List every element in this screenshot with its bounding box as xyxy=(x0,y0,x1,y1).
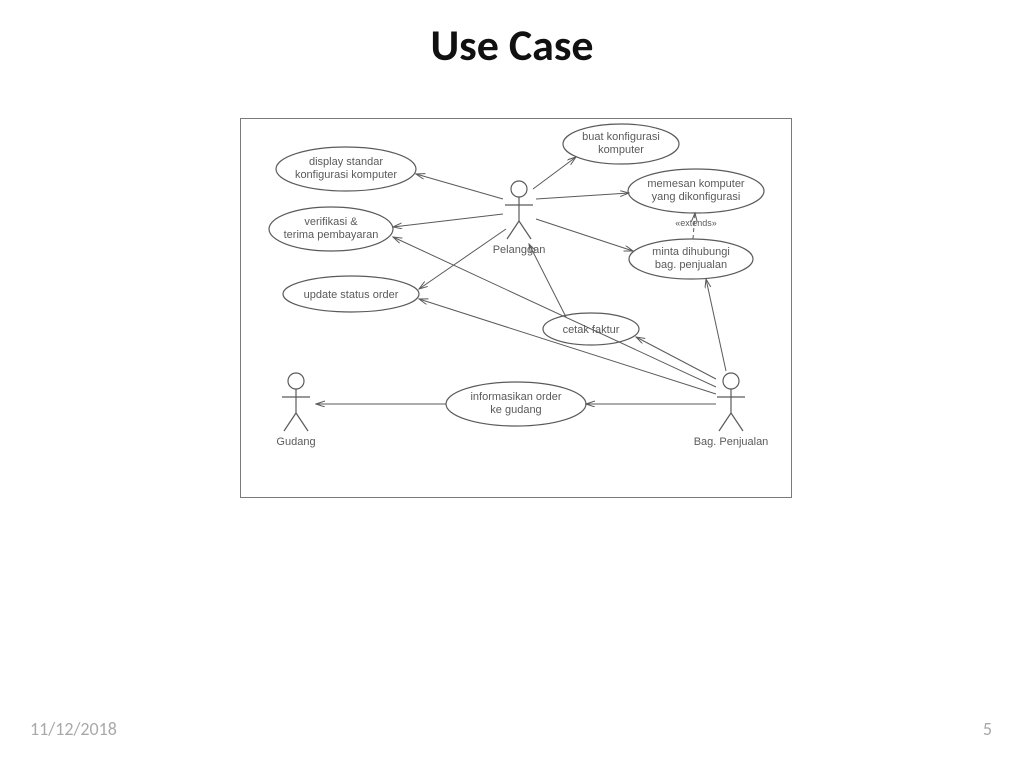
actor-pelanggan: Pelanggan xyxy=(493,181,546,256)
slide-title: Use Case xyxy=(0,18,1024,72)
assoc-pelanggan-uc4 xyxy=(533,157,576,189)
usecase-display-standar-konfigurasi: display standar konfigurasi komputer xyxy=(276,147,416,191)
slide-date: 11/12/2018 xyxy=(30,718,117,740)
actor-penjualan-label: Bag. Penjualan xyxy=(694,436,769,448)
assoc-penjualan-uc3 xyxy=(419,299,716,394)
actor-gudang: Gudang xyxy=(276,373,315,448)
svg-text:memesan komputer: memesan komputer xyxy=(647,178,745,190)
svg-text:informasikan order: informasikan order xyxy=(470,391,561,403)
assoc-uc7-pelanggan xyxy=(529,244,566,317)
slide-page-number: 5 xyxy=(983,718,992,740)
svg-text:verifikasi &: verifikasi & xyxy=(304,216,358,228)
svg-text:terima pembayaran: terima pembayaran xyxy=(284,229,379,241)
actor-pelanggan-label: Pelanggan xyxy=(493,244,546,256)
assoc-pelanggan-uc1 xyxy=(416,174,503,199)
usecase-verifikasi-pembayaran: verifikasi & terima pembayaran xyxy=(269,207,393,251)
usecase-diagram-frame: Pelanggan Gudang Bag. Penjualan display … xyxy=(240,118,792,498)
extends-label: «extends» xyxy=(675,218,717,228)
usecase-buat-konfigurasi: buat konfigurasi komputer xyxy=(563,124,679,164)
assoc-pelanggan-uc5 xyxy=(536,193,629,199)
assoc-pelanggan-uc2 xyxy=(393,214,503,227)
svg-text:konfigurasi komputer: konfigurasi komputer xyxy=(295,169,397,181)
svg-text:yang dikonfigurasi: yang dikonfigurasi xyxy=(652,191,741,203)
assoc-pelanggan-uc3 xyxy=(419,229,506,289)
usecase-diagram-svg: Pelanggan Gudang Bag. Penjualan display … xyxy=(241,119,791,497)
usecase-minta-dihubungi: minta dihubungi bag. penjualan xyxy=(629,239,753,279)
usecase-update-status-order: update status order xyxy=(283,276,419,312)
svg-text:minta dihubungi: minta dihubungi xyxy=(652,246,730,258)
actor-gudang-label: Gudang xyxy=(276,436,315,448)
svg-text:komputer: komputer xyxy=(598,144,644,156)
assoc-penjualan-uc6 xyxy=(706,279,726,371)
svg-text:update status order: update status order xyxy=(304,289,399,301)
svg-text:bag. penjualan: bag. penjualan xyxy=(655,259,727,271)
assoc-pelanggan-uc6 xyxy=(536,219,633,251)
svg-text:cetak faktur: cetak faktur xyxy=(563,324,620,336)
usecase-informasikan-order: informasikan order ke gudang xyxy=(446,382,586,426)
usecase-memesan-komputer: memesan komputer yang dikonfigurasi xyxy=(628,169,764,213)
actor-penjualan: Bag. Penjualan xyxy=(694,373,769,448)
svg-text:ke gudang: ke gudang xyxy=(490,404,541,416)
svg-text:display standar: display standar xyxy=(309,156,383,168)
svg-text:buat konfigurasi: buat konfigurasi xyxy=(582,131,660,143)
